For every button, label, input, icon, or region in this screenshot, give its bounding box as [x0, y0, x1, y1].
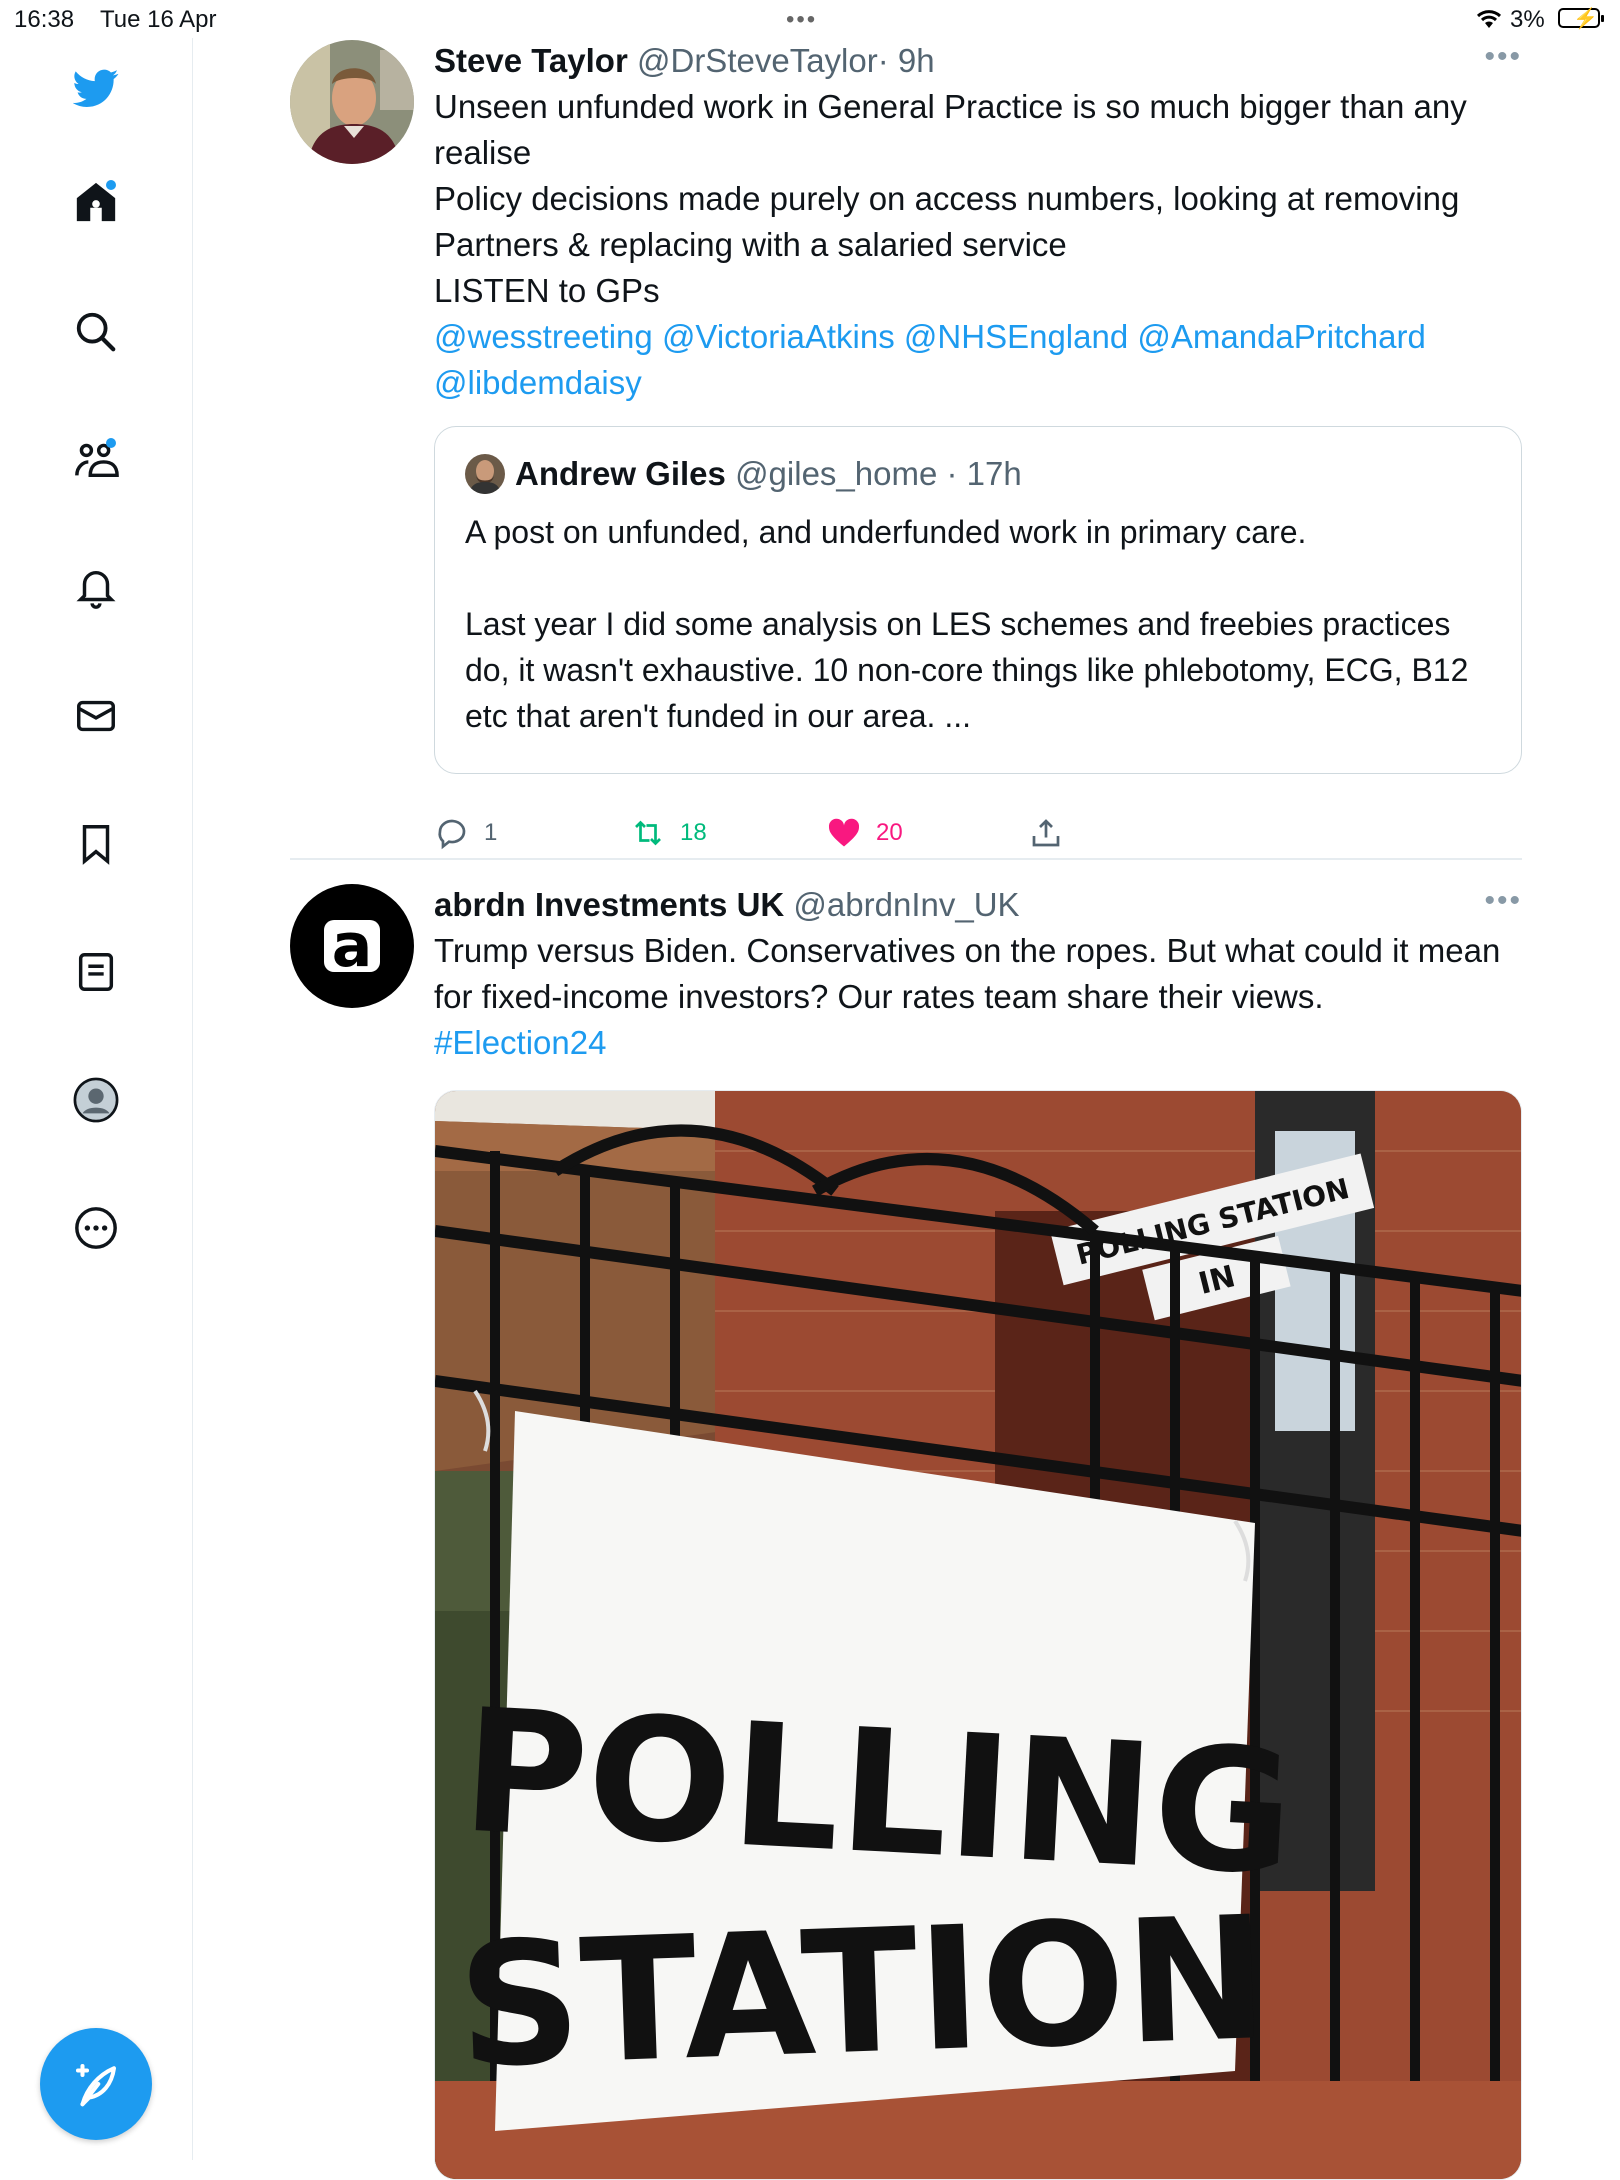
share-icon [1032, 819, 1060, 847]
lists-icon[interactable] [68, 944, 124, 1000]
polling-station-photo: POLLING STATION IN POLLING STATION [435, 1091, 1521, 2179]
bookmark-icon[interactable] [68, 816, 124, 872]
share-button[interactable] [1028, 808, 1078, 858]
status-date: Tue 16 Apr [100, 6, 217, 33]
battery-percentage: 3% [1510, 6, 1545, 33]
tweet-header: Steve Taylor @DrSteveTaylor· 9h [434, 40, 1522, 82]
like-button[interactable]: 20 [826, 808, 903, 858]
tweet-steve-taylor[interactable]: Steve Taylor @DrSteveTaylor· 9h ••• Unse… [290, 40, 1522, 850]
home-notification-dot [106, 180, 116, 190]
mention-link[interactable]: @VictoriaAtkins [662, 318, 895, 355]
tweet-line: Trump versus Biden. Conservatives on the… [434, 932, 1501, 1015]
mention-link[interactable]: @wesstreeting [434, 318, 653, 355]
wifi-icon [1474, 6, 1504, 37]
hashtag-link[interactable]: #Election24 [434, 1024, 606, 1061]
author-name[interactable]: abrdn Investments UK [434, 886, 784, 923]
retweet-count: 18 [680, 819, 707, 846]
notifications-bell-icon[interactable] [68, 560, 124, 616]
status-bar: 16:38 Tue 16 Apr ••• 3% ⚡ [0, 0, 1620, 38]
like-count: 20 [876, 819, 903, 846]
reply-count: 1 [484, 819, 498, 846]
heart-icon [828, 818, 860, 847]
more-icon[interactable]: ••• [1484, 40, 1522, 74]
tweet-line: Unseen unfunded work in General Practice… [434, 88, 1467, 171]
more-options-icon[interactable] [68, 1200, 124, 1256]
mention-link[interactable]: @NHSEngland [904, 318, 1128, 355]
quoted-paragraph: A post on unfunded, and underfunded work… [465, 514, 1307, 550]
status-time: 16:38 [14, 6, 75, 33]
communities-notification-dot [106, 438, 116, 448]
author-handle[interactable]: @abrdnInv_UK [793, 886, 1019, 923]
quoted-tweet[interactable]: Andrew Giles @giles_home · 17h A post on… [434, 426, 1522, 774]
author-name[interactable]: Steve Taylor [434, 42, 628, 79]
tweet-actions: 1 18 20 [434, 808, 1134, 858]
multitasking-handle[interactable]: ••• [786, 6, 817, 34]
reply-icon [438, 819, 466, 850]
quoted-tweet-header: Andrew Giles @giles_home · 17h [465, 453, 1491, 495]
search-icon[interactable] [68, 304, 124, 360]
battery-icon: ⚡ [1558, 8, 1604, 30]
more-icon[interactable]: ••• [1484, 884, 1522, 918]
messages-envelope-icon[interactable] [68, 688, 124, 744]
quoted-author-name[interactable]: Andrew Giles [515, 453, 726, 495]
communities-icon[interactable] [68, 432, 124, 488]
sign-text-station: STATION [455, 1880, 1271, 2106]
quoted-paragraph: Last year I did some analysis on LES sch… [465, 606, 1469, 734]
quoted-author-handle[interactable]: @giles_home [735, 453, 937, 495]
twitter-bird-icon[interactable] [68, 60, 124, 116]
retweet-button[interactable]: 18 [630, 808, 707, 858]
quoted-tweet-text: A post on unfunded, and underfunded work… [465, 509, 1491, 739]
compose-feather-icon [75, 2063, 117, 2107]
sidebar-nav [0, 38, 193, 2160]
tweet-header: abrdn Investments UK @abrdnInv_UK [434, 884, 1522, 926]
retweet-icon [635, 820, 661, 846]
home-icon[interactable] [68, 174, 124, 230]
compose-tweet-button[interactable] [40, 2028, 152, 2140]
tweet-time[interactable]: · 9h [878, 42, 935, 79]
mention-link[interactable]: @AmandaPritchard [1137, 318, 1425, 355]
tweet-media-image[interactable]: POLLING STATION IN POLLING STATION [434, 1090, 1522, 2180]
mention-link[interactable]: @libdemdaisy [434, 364, 642, 401]
tweet-line: LISTEN to GPs [434, 272, 660, 309]
tweet-text: Unseen unfunded work in General Practice… [434, 84, 1522, 406]
reply-button[interactable]: 1 [434, 808, 497, 858]
tweet-line: Policy decisions made purely on access n… [434, 180, 1460, 263]
avatar[interactable] [290, 40, 414, 164]
profile-avatar-icon[interactable] [68, 1072, 124, 1128]
abrdn-logo-icon: a [331, 911, 373, 981]
quoted-avatar[interactable] [465, 454, 505, 494]
author-handle[interactable]: @DrSteveTaylor [637, 42, 878, 79]
quoted-tweet-time[interactable]: · 17h [947, 453, 1022, 495]
avatar[interactable]: a [290, 884, 414, 1008]
tweet-text: Trump versus Biden. Conservatives on the… [434, 928, 1522, 1066]
tweet-abrdn[interactable]: a abrdn Investments UK @abrdnInv_UK ••• … [290, 884, 1522, 2180]
tweet-divider [290, 858, 1522, 860]
